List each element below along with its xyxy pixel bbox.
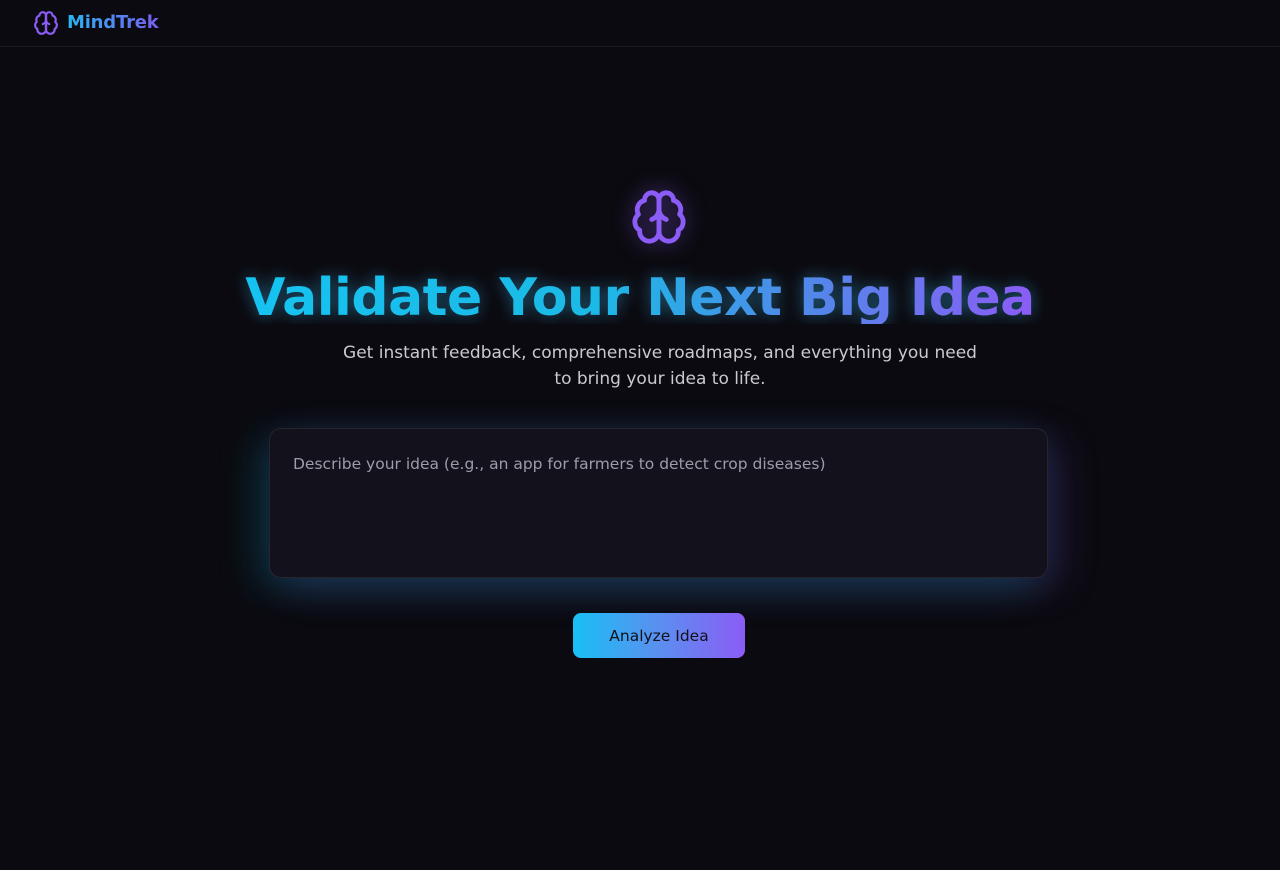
brain-icon [632,190,686,244]
headline-text: Validate Your Next Big Idea [245,268,1035,324]
brand-name: MindTrek [67,12,159,33]
idea-input[interactable] [269,428,1048,578]
brand-logo[interactable]: MindTrek [33,10,159,36]
page-title: Validate Your Next Big Idea [0,262,1280,324]
brain-icon [34,11,58,35]
analyze-idea-button[interactable]: Analyze Idea [573,613,745,658]
page-subtitle: Get instant feedback, comprehensive road… [343,343,977,389]
navbar: MindTrek [0,0,1280,47]
